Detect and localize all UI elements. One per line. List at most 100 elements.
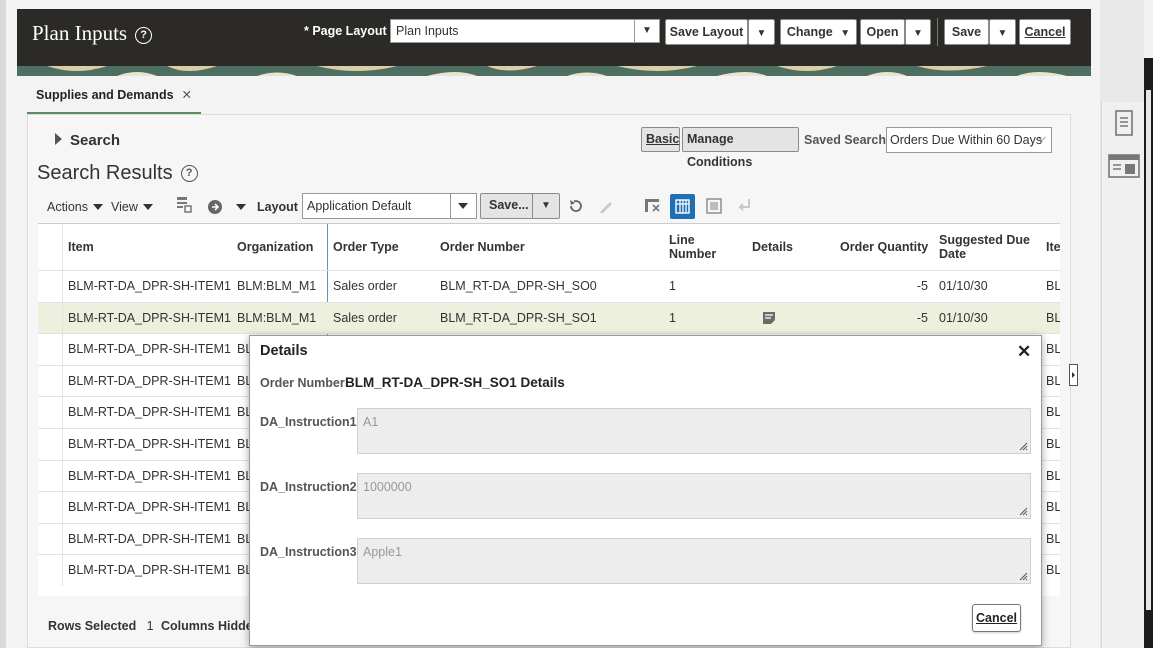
cell-order-number: BLM_RT-DA_DPR-SH_SO1 <box>440 310 597 325</box>
col-header-details[interactable]: Details <box>752 224 793 270</box>
chevron-down-icon: ⌵ <box>1037 132 1046 144</box>
actions-menu[interactable]: Actions <box>47 200 103 214</box>
edit-icon <box>598 198 614 217</box>
instruction1-label: DA_Instruction1 <box>260 415 357 429</box>
page-layout-label: * Page Layout <box>304 24 387 38</box>
row-lead-cell[interactable] <box>38 397 63 429</box>
cell-ite: BL <box>1046 468 1060 483</box>
cell-item: BLM-RT-DA_DPR-SH-ITEM1 <box>68 500 231 515</box>
export-icon[interactable] <box>176 196 192 218</box>
resize-grip-icon[interactable] <box>1019 572 1028 581</box>
cell-ite: BL <box>1046 310 1060 325</box>
resize-grip-icon[interactable] <box>1019 507 1028 516</box>
save-layout-menu-button[interactable]: ▼ <box>748 19 775 45</box>
header-divider <box>937 18 938 46</box>
saved-search-select[interactable]: Orders Due Within 60 Days ⌵ <box>886 127 1052 153</box>
dialog-cancel-button[interactable]: Cancel <box>972 604 1021 632</box>
basic-button[interactable]: Basic <box>641 127 680 152</box>
col-header-order-quantity[interactable]: Order Quantity <box>840 224 928 270</box>
search-results-title: Search Results? <box>37 162 198 185</box>
col-header-organization[interactable]: Organization <box>237 224 313 270</box>
page-layout-select[interactable]: Plan Inputs ▼ <box>390 19 660 43</box>
cell-item: BLM-RT-DA_DPR-SH-ITEM1 <box>68 342 231 357</box>
save-menu-button[interactable]: ▼ <box>989 19 1016 45</box>
search-toggle[interactable]: Search <box>55 132 120 149</box>
disclosure-icon <box>55 133 62 145</box>
table-row[interactable]: BLM-RT-DA_DPR-SH-ITEM1 BLM:BLM_M1 Sales or… <box>38 270 1060 302</box>
cell-organization: BL <box>237 500 249 515</box>
chevron-down-icon: ▼ <box>756 28 767 39</box>
view-label: View <box>111 200 138 214</box>
col-header-ite[interactable]: Ite <box>1046 224 1060 270</box>
scrollbar[interactable] <box>1146 90 1151 610</box>
cell-ite: BL <box>1046 405 1060 420</box>
save-layout-button[interactable]: Save Layout <box>665 19 748 45</box>
go-icon[interactable] <box>207 199 223 218</box>
open-button[interactable]: Open <box>860 19 905 45</box>
chevron-down-icon[interactable]: ▼ <box>634 20 659 42</box>
columns-icon[interactable] <box>670 194 695 219</box>
chevron-down-icon[interactable] <box>450 194 476 218</box>
page-layout-value: Plan Inputs <box>396 24 459 38</box>
cell-quantity: -5 <box>916 279 928 293</box>
col-header-suggested-due-date[interactable]: Suggested Due Date <box>939 224 1039 270</box>
layout-label: Layout <box>257 200 298 214</box>
row-lead-cell[interactable] <box>38 523 63 555</box>
rows-selected-status: Rows Selected 1 <box>48 619 154 633</box>
save-button[interactable]: Save <box>944 19 989 45</box>
chevron-down-icon: ▼ <box>840 28 851 39</box>
rail-page-icon[interactable] <box>1113 110 1135 136</box>
row-lead-cell[interactable] <box>38 460 63 492</box>
change-button[interactable]: Change ▼ <box>780 19 857 45</box>
col-header-item[interactable]: Item <box>68 224 94 270</box>
change-label: Change <box>786 25 833 39</box>
table-row[interactable]: BLM-RT-DA_DPR-SH-ITEM1 BLM:BLM_M1 Sales or… <box>38 301 1060 334</box>
row-lead-cell[interactable] <box>38 555 63 587</box>
cell-organization: BLM:BLM_M1 <box>237 279 317 293</box>
row-lead-cell[interactable] <box>38 302 63 334</box>
cancel-button[interactable]: Cancel <box>1019 19 1071 45</box>
layout-save-split[interactable]: Save... ▼ <box>480 193 560 219</box>
resize-grip-icon[interactable] <box>1019 442 1028 451</box>
row-lead-cell[interactable] <box>38 271 63 302</box>
col-header-line-number[interactable]: Line Number <box>669 224 729 270</box>
tab-supplies-and-demands[interactable]: Supplies and Demands ✕ <box>27 84 202 115</box>
row-lead-cell[interactable] <box>38 429 63 460</box>
manage-conditions-button[interactable]: Manage Conditions <box>682 127 799 169</box>
col-header-order-type[interactable]: Order Type <box>333 224 399 270</box>
cell-item: BLM-RT-DA_DPR-SH-ITEM1 <box>68 405 231 420</box>
freeze-icon[interactable] <box>644 197 662 218</box>
search-toggle-label: Search <box>70 132 121 149</box>
view-menu[interactable]: View <box>111 200 153 214</box>
col-header-order-number[interactable]: Order Number <box>440 224 525 270</box>
instruction3-label: DA_Instruction3 <box>260 545 357 559</box>
instruction2-field[interactable]: 1000000 <box>357 473 1031 519</box>
refresh-icon[interactable] <box>568 198 584 217</box>
page-header: Plan Inputs? * Page Layout Plan Inputs ▼… <box>17 9 1091 66</box>
layout-save-button[interactable]: Save... ▼ <box>480 193 560 219</box>
panel-splitter-handle[interactable] <box>1069 364 1078 386</box>
cell-item: BLM-RT-DA_DPR-SH-ITEM1 <box>68 279 231 293</box>
cell-organization: BL <box>237 437 249 451</box>
cancel-label: Cancel <box>1024 25 1066 39</box>
row-lead-cell[interactable] <box>38 365 63 397</box>
close-icon[interactable]: ✕ <box>1017 342 1031 362</box>
chevron-down-icon: ▼ <box>997 28 1008 39</box>
row-lead-cell[interactable] <box>38 492 63 524</box>
details-note-icon[interactable] <box>762 303 776 334</box>
cell-organization: BL <box>237 342 249 357</box>
help-icon[interactable]: ? <box>135 26 153 44</box>
open-menu-button[interactable]: ▼ <box>905 19 931 45</box>
close-icon[interactable]: ✕ <box>182 88 192 102</box>
page-title: Plan Inputs? <box>32 21 153 46</box>
cell-organization: BL <box>237 373 249 388</box>
rail-layout-icon[interactable] <box>1108 154 1140 178</box>
help-icon[interactable]: ? <box>180 165 198 183</box>
detach-icon[interactable] <box>705 197 723 218</box>
layout-select[interactable]: Application Default <box>302 193 477 219</box>
results-toolbar: Actions View Layout Save... ▼ <box>28 193 1068 224</box>
go-menu-button[interactable] <box>231 200 246 214</box>
instruction1-field[interactable]: A1 <box>357 408 1031 454</box>
row-lead-cell[interactable] <box>38 334 63 366</box>
instruction3-field[interactable]: Apple1 <box>357 538 1031 584</box>
